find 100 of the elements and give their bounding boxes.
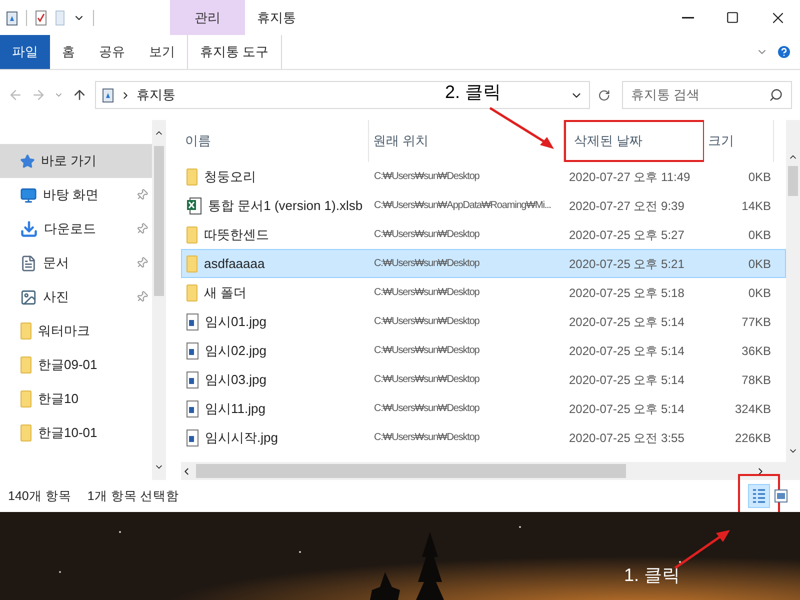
deleted-date: 2020-07-25 오후 5:14 — [568, 400, 686, 418]
sidebar-item[interactable]: 사진 — [0, 280, 152, 314]
document-icon — [20, 254, 37, 272]
sidebar-label: 한글09-01 — [38, 356, 98, 374]
large-icons-view-icon[interactable] — [774, 488, 788, 504]
refresh-icon[interactable] — [598, 88, 610, 102]
file-row[interactable]: asdfaaaaa C:₩Users₩sun₩Desktop 2020-07-25 오후 5:21 0KB — [181, 249, 786, 278]
folder-icon — [20, 424, 32, 442]
search-field[interactable]: 휴지통 검색 — [630, 85, 769, 105]
file-size: 78KB — [740, 372, 772, 388]
file-name: 통합 문서1 (version 1).xlsb — [208, 196, 363, 215]
ribbon-tab[interactable]: 홈 — [50, 35, 87, 69]
sidebar-label: 한글10-01 — [38, 424, 98, 442]
image-file-icon — [186, 342, 199, 360]
minimize-icon — [682, 16, 694, 18]
file-name: 임시03.jpg — [205, 370, 266, 389]
file-name: 임시01.jpg — [205, 312, 266, 331]
scrollbar-thumb[interactable] — [788, 166, 798, 196]
scrollbar-thumb[interactable] — [154, 146, 164, 296]
file-row[interactable]: 임시시작.jpg C:₩Users₩sun₩Desktop 2020-07-25 오전 3:55 226KB — [181, 423, 786, 452]
deleted-date: 2020-07-25 오후 5:14 — [568, 342, 686, 360]
file-size: 77KB — [740, 314, 772, 330]
sidebar-label: 문서 — [43, 254, 69, 272]
details-view-button[interactable] — [748, 484, 770, 508]
up-icon[interactable] — [72, 87, 87, 103]
sidebar-label: 바로 가기 — [41, 152, 97, 170]
folder-icon — [20, 322, 32, 340]
original-location: C:₩Users₩sun₩Desktop — [373, 373, 480, 387]
ribbon-tab[interactable]: 파일 — [0, 35, 50, 69]
sidebar-label: 워터마크 — [38, 322, 90, 340]
deleted-date: 2020-07-25 오후 5:14 — [568, 314, 686, 330]
deleted-date: 2020-07-25 오후 5:18 — [568, 284, 686, 302]
details-list-icon — [752, 488, 766, 504]
original-location: C:₩Users₩sun₩Desktop — [373, 344, 480, 358]
sidebar-item[interactable]: 한글10-01 — [0, 416, 152, 450]
file-name: 따뜻한센드 — [204, 226, 269, 244]
ribbon-tab[interactable]: 보기 — [137, 35, 187, 69]
file-name: 새 폴더 — [204, 284, 247, 302]
file-row[interactable]: 임시01.jpg C:₩Users₩sun₩Desktop 2020-07-25 오후 5:14 77KB — [181, 307, 786, 336]
file-row[interactable]: 청둥오리 C:₩Users₩sun₩Desktop 2020-07-27 오후 11:49 0KB — [181, 162, 786, 191]
maximize-icon — [726, 11, 739, 24]
search-box[interactable]: 휴지통 검색 — [622, 81, 792, 109]
image-file-icon — [186, 312, 199, 330]
deleted-date: 2020-07-25 오후 5:14 — [568, 372, 686, 388]
image-file-icon — [186, 370, 199, 388]
file-row[interactable]: 새 폴더 C:₩Users₩sun₩Desktop 2020-07-25 오후 5:18 0KB — [181, 278, 786, 307]
recycle-bin-icon — [102, 87, 114, 103]
sidebar-item[interactable]: 바로 가기 — [0, 144, 152, 178]
contextual-tab-header: 관리 — [170, 0, 245, 35]
search-icon[interactable] — [768, 88, 783, 102]
sidebar-label: 다운로드 — [44, 220, 96, 238]
properties-icon[interactable] — [35, 10, 47, 26]
sidebar-item[interactable]: 문서 — [0, 246, 152, 280]
deleted-date: 2020-07-25 오전 3:55 — [568, 430, 686, 446]
original-location: C:₩Users₩sun₩Desktop — [373, 228, 480, 242]
sidebar-label: 바탕 화면 — [43, 186, 99, 204]
photo-icon — [20, 288, 37, 306]
folder-icon — [20, 390, 32, 408]
original-location: C:₩Users₩sun₩Desktop — [373, 286, 480, 300]
file-row[interactable]: 따뜻한센드 C:₩Users₩sun₩Desktop 2020-07-25 오후 5:27 0KB — [181, 220, 786, 249]
deleted-date: 2020-07-25 오후 5:27 — [568, 226, 686, 244]
ribbon-tab[interactable]: 공유 — [87, 35, 137, 69]
help-icon[interactable] — [776, 44, 792, 60]
file-row[interactable]: 임시11.jpg C:₩Users₩sun₩Desktop 2020-07-25 오후 5:14 324KB — [181, 394, 786, 423]
file-size: 0KB — [747, 256, 772, 272]
file-name: 청둥오리 — [204, 168, 256, 186]
file-size: 324KB — [734, 400, 772, 418]
deleted-date: 2020-07-27 오후 11:49 — [568, 168, 692, 186]
annotation-label: 2. 클릭 — [445, 81, 502, 104]
column-header[interactable]: 삭제된 날짜 — [564, 120, 704, 162]
horizontal-scrollbar-thumb[interactable] — [196, 464, 626, 478]
file-size: 0KB — [747, 168, 772, 186]
sidebar-item[interactable]: 한글09-01 — [0, 348, 152, 382]
ribbon-tab[interactable]: 휴지통 도구 — [187, 35, 282, 69]
sidebar-label: 사진 — [43, 288, 69, 306]
sidebar-item[interactable]: 워터마크 — [0, 314, 152, 348]
file-size: 36KB — [740, 342, 772, 360]
column-header[interactable]: 크기 — [704, 120, 774, 162]
star-icon — [20, 154, 35, 168]
item-count: 140개 항목 — [8, 488, 72, 505]
folder-icon — [186, 254, 198, 272]
file-row[interactable]: 임시02.jpg C:₩Users₩sun₩Desktop 2020-07-25 오후 5:14 36KB — [181, 336, 786, 365]
sidebar-item[interactable]: 다운로드 — [0, 212, 152, 246]
sidebar-item[interactable]: 바탕 화면 — [0, 178, 152, 212]
file-size: 0KB — [747, 284, 772, 302]
original-location: C:₩Users₩sun₩Desktop — [373, 257, 480, 271]
sidebar-item[interactable]: 한글10 — [0, 382, 152, 416]
file-row[interactable]: 임시03.jpg C:₩Users₩sun₩Desktop 2020-07-25 오후 5:14 78KB — [181, 365, 786, 394]
address-path: 휴지통 — [136, 86, 176, 104]
file-name: 임시02.jpg — [205, 342, 266, 360]
deleted-date: 2020-07-27 오전 9:39 — [568, 198, 686, 214]
column-header[interactable]: 이름 — [181, 120, 369, 162]
spreadsheet-icon — [186, 196, 202, 214]
file-name: 임시11.jpg — [205, 400, 266, 418]
original-location: C:₩Users₩sun₩AppData₩Roaming₩Mi... — [373, 199, 552, 213]
window-title: 휴지통 — [257, 8, 296, 27]
file-size: 14KB — [740, 198, 772, 214]
file-row[interactable]: 통합 문서1 (version 1).xlsb C:₩Users₩sun₩AppData₩Roaming₩Mi... 2020-07-27 오전 9:39 14KB — [181, 191, 786, 220]
original-location: C:₩Users₩sun₩Desktop — [373, 315, 480, 329]
original-location: C:₩Users₩sun₩Desktop — [373, 170, 480, 184]
